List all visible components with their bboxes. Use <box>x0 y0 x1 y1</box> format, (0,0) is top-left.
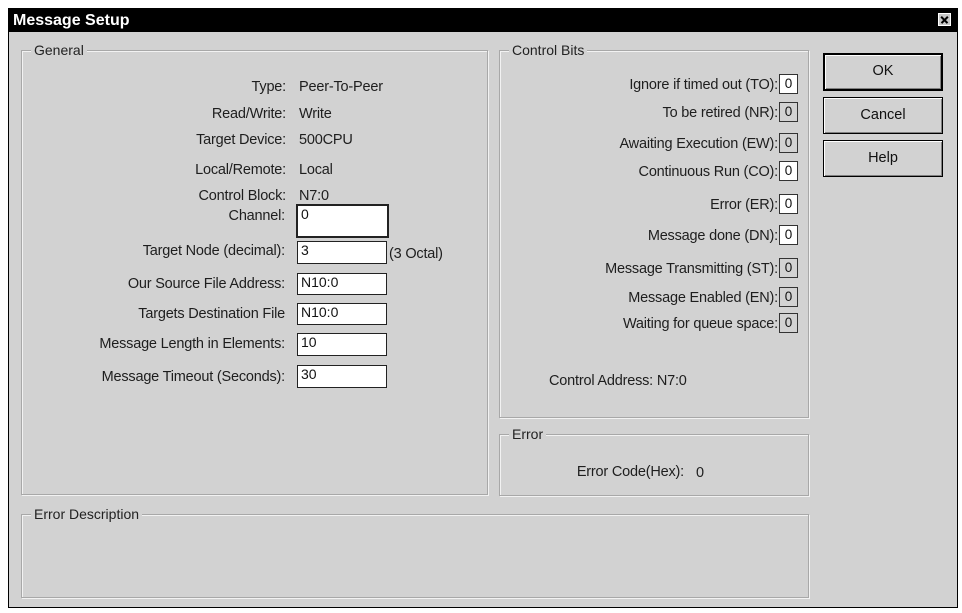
error-legend: Error <box>509 426 547 442</box>
error-description-legend: Error Description <box>31 506 143 522</box>
control-address: Control Address: N7:0 <box>549 373 687 389</box>
bit-co-label: Continuous Run (CO): <box>638 164 779 180</box>
ok-button[interactable]: OK <box>823 53 943 91</box>
help-button[interactable]: Help <box>823 140 943 177</box>
message-length-input[interactable]: 10 <box>297 333 387 356</box>
read-write-label: Read/Write: <box>211 106 286 122</box>
message-length-label: Message Length in Elements: <box>99 336 285 352</box>
message-setup-dialog: Message Setup General Type: Peer-To-Peer… <box>8 8 958 608</box>
channel-label: Channel: <box>228 208 286 224</box>
local-remote-value: Local <box>299 162 333 178</box>
bit-nr-label: To be retired (NR): <box>662 105 779 121</box>
target-node-label: Target Node (decimal): <box>142 243 285 259</box>
bit-ew-label: Awaiting Execution (EW): <box>619 136 778 152</box>
message-timeout-input[interactable]: 30 <box>297 365 387 388</box>
channel-input[interactable]: 0 <box>296 204 389 238</box>
bit-er-label: Error (ER): <box>710 197 778 213</box>
source-file-label: Our Source File Address: <box>127 276 285 292</box>
bit-to-label: Ignore if timed out (TO): <box>629 77 778 93</box>
cancel-button[interactable]: Cancel <box>823 97 943 134</box>
target-device-value: 500CPU <box>299 132 353 148</box>
target-node-input[interactable]: 3 <box>297 241 387 264</box>
message-timeout-label: Message Timeout (Seconds): <box>101 369 286 385</box>
control-block-label: Control Block: <box>198 188 287 204</box>
read-write-value: Write <box>299 106 332 122</box>
bit-er-checkbox[interactable]: 0 <box>779 194 798 214</box>
title-bar[interactable]: Message Setup <box>9 9 957 32</box>
bit-en-checkbox: 0 <box>779 287 798 307</box>
target-node-octal: (3 Octal) <box>389 246 443 262</box>
window-title: Message Setup <box>13 12 130 29</box>
bit-co-checkbox[interactable]: 0 <box>779 161 798 181</box>
bit-st-checkbox: 0 <box>779 258 798 278</box>
bit-dn-checkbox[interactable]: 0 <box>779 225 798 245</box>
source-file-input[interactable]: N10:0 <box>297 273 387 295</box>
destination-file-label: Targets Destination File <box>138 306 285 322</box>
type-label: Type: <box>251 79 287 95</box>
bit-ew-checkbox: 0 <box>779 133 798 153</box>
control-bits-legend: Control Bits <box>509 42 588 58</box>
target-device-label: Target Device: <box>196 132 286 148</box>
bit-queue-label: Waiting for queue space: <box>622 316 778 332</box>
bit-dn-label: Message done (DN): <box>647 228 778 244</box>
bit-queue-checkbox: 0 <box>779 313 798 333</box>
destination-file-input[interactable]: N10:0 <box>297 303 387 325</box>
control-block-value: N7:0 <box>299 188 329 204</box>
bit-to-checkbox[interactable]: 0 <box>779 74 798 94</box>
bit-nr-checkbox: 0 <box>779 102 798 122</box>
general-legend: General <box>31 42 87 58</box>
close-icon[interactable] <box>938 13 951 26</box>
error-description-group: Error Description <box>21 506 809 598</box>
error-code-label: Error Code(Hex): <box>576 464 684 480</box>
error-code-value: 0 <box>696 465 704 481</box>
bit-st-label: Message Transmitting (ST): <box>605 261 778 277</box>
local-remote-label: Local/Remote: <box>195 162 286 178</box>
type-value: Peer-To-Peer <box>299 79 383 95</box>
bit-en-label: Message Enabled (EN): <box>628 290 778 306</box>
